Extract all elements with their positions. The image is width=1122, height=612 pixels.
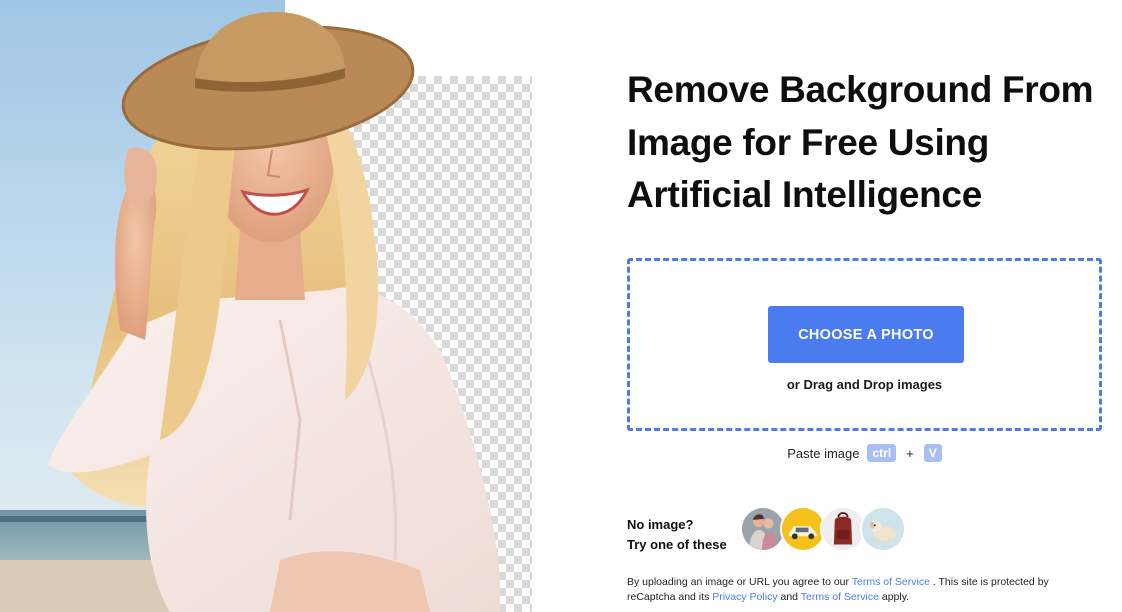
terms-of-service-link[interactable]: Terms of Service: [852, 576, 930, 588]
sample-images: [740, 506, 906, 554]
legal-text-4: apply.: [878, 591, 910, 603]
page-title: Remove Background From Image for Free Us…: [627, 64, 1107, 222]
privacy-policy-link[interactable]: Privacy Policy: [712, 591, 777, 603]
ctrl-key-badge: ctrl: [867, 444, 897, 462]
hero-photo: [0, 0, 501, 612]
title-line-2: Image for Free Using: [627, 121, 990, 163]
puppy-sample-icon[interactable]: [860, 506, 906, 552]
drag-drop-hint: or Drag and Drop images: [786, 377, 943, 392]
hero-illustration: [0, 0, 540, 612]
sample-prompt: No image? Try one of these: [627, 515, 727, 555]
legal-notice: By uploading an image or URL you agree t…: [627, 575, 1097, 605]
paste-label: Paste image: [787, 445, 860, 461]
v-key-badge: V: [923, 444, 942, 462]
paste-hint: Paste image ctrl + V: [627, 443, 1102, 463]
choose-photo-button[interactable]: CHOOSE A PHOTO: [768, 306, 964, 363]
recaptcha-terms-link[interactable]: Terms of Service: [801, 591, 879, 603]
plus-sign: +: [906, 445, 914, 461]
sample-prompt-line-2: Try one of these: [627, 537, 727, 552]
sample-prompt-line-1: No image?: [627, 517, 694, 532]
title-line-1: Remove Background From: [627, 69, 1094, 110]
legal-text-3: and: [777, 591, 801, 603]
upload-dropzone[interactable]: CHOOSE A PHOTO or Drag and Drop images: [627, 258, 1102, 431]
legal-text-1: By uploading an image or URL you agree t…: [627, 576, 852, 588]
title-line-3: Artificial Intelligence: [627, 174, 982, 215]
